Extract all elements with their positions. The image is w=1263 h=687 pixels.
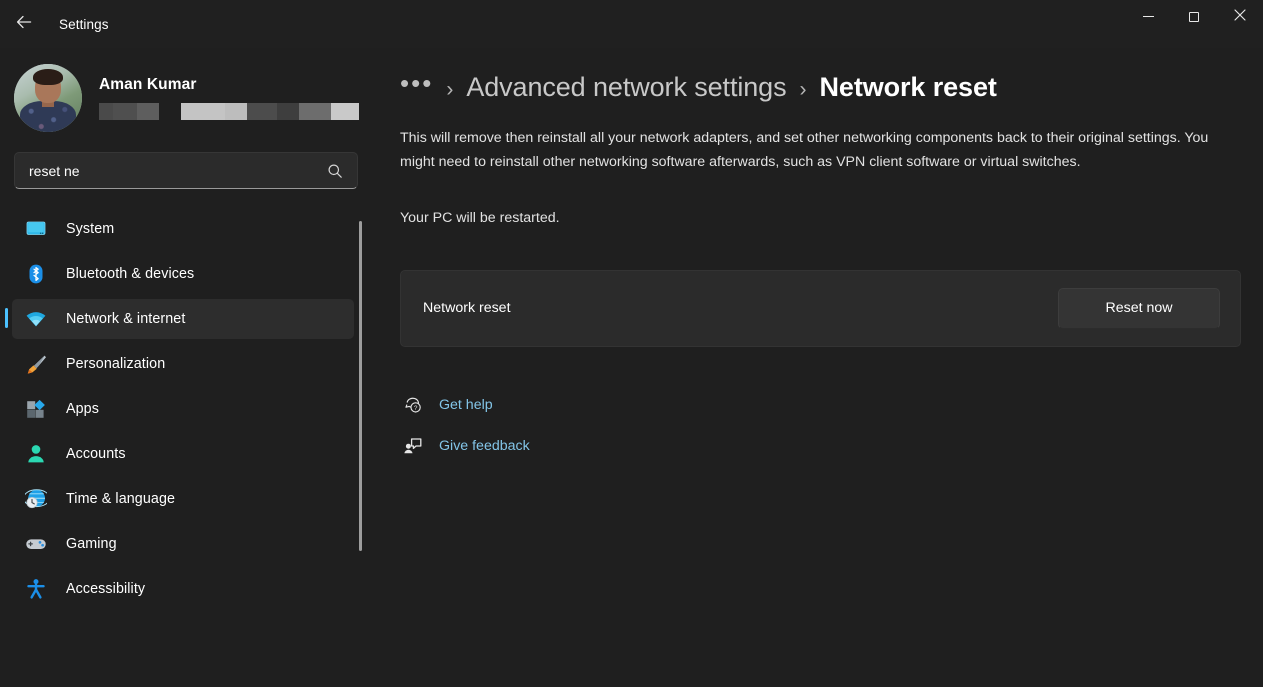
back-button[interactable] [4,8,44,40]
avatar-hair [33,69,63,85]
give-feedback-link[interactable]: Give feedback [439,438,530,454]
paintbrush-icon [24,352,48,376]
clock-globe-icon [24,487,48,511]
sidebar-item-label: System [66,221,114,237]
network-reset-card: Network reset Reset now [400,270,1241,347]
close-button[interactable] [1217,0,1263,33]
search-box[interactable] [14,152,358,189]
profile-section[interactable]: Aman Kumar [0,48,372,134]
apps-grid-icon [24,397,48,421]
sidebar-item-label: Personalization [66,356,165,372]
get-help-link[interactable]: Get help [439,397,493,413]
get-help-row[interactable]: ? Get help [400,390,1241,420]
breadcrumb: ••• › Advanced network settings › Networ… [400,72,1241,103]
main-layout: Aman Kumar System Bluetooth & devices Netw… [0,48,1263,687]
page-title: Network reset [820,72,997,103]
redaction-block [225,103,247,120]
sidebar-item-label: Time & language [66,491,175,507]
description-paragraph-1: This will remove then reinstall all your… [400,127,1241,174]
sidebar-item-system[interactable]: System [12,209,354,249]
sidebar-scrollbar-thumb[interactable] [359,221,362,551]
maximize-button[interactable] [1171,0,1217,33]
give-feedback-row[interactable]: Give feedback [400,431,1241,461]
sidebar-item-accessibility[interactable]: Accessibility [12,569,354,609]
search-section [0,134,372,189]
sidebar-item-gaming[interactable]: Gaming [12,524,354,564]
sidebar-item-bluetooth-devices[interactable]: Bluetooth & devices [12,254,354,294]
redaction-block [331,103,359,120]
back-arrow-icon [15,13,33,36]
breadcrumb-separator-2: › [800,78,807,102]
profile-email-redacted [99,103,359,120]
accessibility-icon [24,577,48,601]
avatar[interactable] [14,64,82,132]
maximize-icon [1189,12,1199,22]
sidebar-item-accounts[interactable]: Accounts [12,434,354,474]
redaction-block [159,103,181,120]
redaction-block [181,103,225,120]
breadcrumb-separator-1: › [446,78,453,102]
minimize-button[interactable] [1125,0,1171,33]
sidebar-item-label: Network & internet [66,311,185,327]
sidebar-item-label: Bluetooth & devices [66,266,194,282]
redaction-block [277,103,299,120]
profile-text: Aman Kumar [99,76,359,120]
sidebar-item-label: Gaming [66,536,117,552]
sidebar: Aman Kumar System Bluetooth & devices Netw… [0,48,372,687]
wifi-icon [24,307,48,331]
reset-now-button[interactable]: Reset now [1058,288,1220,329]
sidebar-item-label: Accessibility [66,581,145,597]
redaction-block [299,103,331,120]
close-icon [1234,8,1246,26]
network-reset-label: Network reset [423,300,511,316]
description-paragraph-2: Your PC will be restarted. [400,207,1241,231]
title-bar: Settings [0,0,1263,48]
app-title: Settings [59,17,109,32]
sidebar-item-network-internet[interactable]: Network & internet [12,299,354,339]
sidebar-item-apps[interactable]: Apps [12,389,354,429]
breadcrumb-parent-link[interactable]: Advanced network settings [466,72,786,103]
help-question-icon: ? [400,395,426,415]
window-controls [1125,0,1263,48]
search-icon[interactable] [324,160,346,182]
content-area: ••• › Advanced network settings › Networ… [372,48,1263,687]
redaction-block [137,103,159,120]
breadcrumb-overflow-button[interactable]: ••• [400,70,433,96]
redaction-block [99,103,113,120]
feedback-person-icon [400,436,426,456]
sidebar-nav: System Bluetooth & devices Network & inter… [0,209,372,661]
minimize-icon [1143,16,1154,17]
footer-links: ? Get help Give feedback [400,390,1241,461]
sidebar-item-label: Accounts [66,446,126,462]
gamepad-icon [24,532,48,556]
redaction-block [113,103,137,120]
monitor-icon [24,217,48,241]
person-icon [24,442,48,466]
sidebar-item-time-language[interactable]: Time & language [12,479,354,519]
svg-text:?: ? [414,405,418,412]
search-input[interactable] [29,163,324,179]
redaction-block [247,103,277,120]
bluetooth-icon [24,262,48,286]
sidebar-item-personalization[interactable]: Personalization [12,344,354,384]
sidebar-scrollbar-track[interactable] [359,221,362,561]
description-block: This will remove then reinstall all your… [400,127,1241,231]
sidebar-item-label: Apps [66,401,99,417]
profile-name: Aman Kumar [99,76,359,94]
